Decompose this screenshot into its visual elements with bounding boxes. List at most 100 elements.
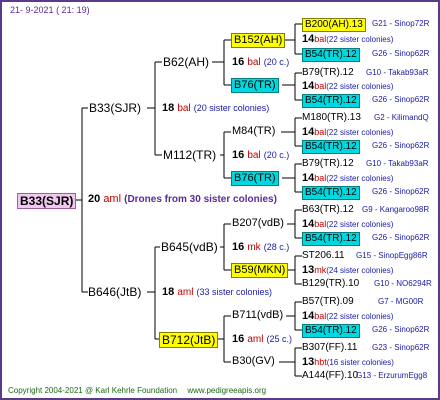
gen4-num-1: 14: [302, 33, 315, 45]
gen4-queen-6[interactable]: B59(MKN): [231, 263, 289, 278]
gen4-queen-2[interactable]: B76(TR): [231, 78, 279, 93]
gen3-note-3: (28 c.): [263, 242, 290, 252]
gen4-note-6: (24 sister colonies): [326, 266, 394, 275]
footer: Copyright 2004-2021 @ Karl Kehrle Founda…: [8, 386, 266, 396]
gen5-origin-14: G26 - Sinop62R: [372, 325, 430, 334]
gen4-note-5: (22 sister colonies): [326, 220, 394, 229]
gen2-queen-2[interactable]: B646(JtB): [88, 285, 141, 299]
gen4-note-7: (22 sister colonies): [326, 312, 394, 321]
gen5-queen-12[interactable]: B129(TR).10: [302, 278, 359, 290]
gen4-note-2: (22 sister colonies): [326, 82, 394, 91]
gen2-breeder-2: aml: [177, 287, 194, 298]
gen5-origin-16: G13 - ErzurumEgg8: [356, 371, 428, 380]
gen3-breeder-1: bal: [247, 57, 261, 68]
gen4-queen-3[interactable]: M84(TR): [232, 125, 275, 138]
gen5-queen-16[interactable]: A144(FF).10: [302, 370, 358, 382]
gen5-queen-15[interactable]: B307(FF).11: [302, 342, 357, 354]
gen4-num-8: 13: [302, 356, 315, 368]
gen4-breeder-8: hbt: [314, 357, 327, 367]
gen5-origin-7: G10 - Takab93aR: [366, 159, 429, 168]
gen4-queen-5[interactable]: B207(vdB): [232, 217, 284, 230]
root-num: 20: [88, 193, 101, 205]
root-breeder: aml: [103, 193, 122, 205]
gen3-breeder-4: aml: [247, 334, 264, 345]
gen2-note-2: (33 sister colonies): [196, 287, 273, 297]
gen5-origin-10: G26 - Sinop62R: [372, 233, 430, 242]
gen4-breeder-6: mk: [314, 265, 327, 275]
gen2-breeder-1: bal: [177, 103, 191, 114]
header-date: 21- 9-2021: [10, 5, 54, 15]
gen5-origin-12: G10 - NO6294R: [374, 279, 432, 288]
gen5-queen-14[interactable]: B54(TR).12: [302, 324, 360, 338]
gen5-queen-13[interactable]: B57(TR).09: [302, 296, 354, 308]
gen4-num-3: 14: [302, 126, 315, 138]
gen4-mating-8: 13hbt(16 sister colonies): [302, 356, 394, 369]
gen4-breeder-3: bal: [314, 127, 327, 137]
gen5-origin-9: G9 - Kangaroo98R: [362, 205, 430, 214]
gen5-queen-5[interactable]: M180(TR).13: [302, 112, 361, 124]
gen3-queen-2[interactable]: M112(TR): [163, 148, 216, 162]
gen5-queen-2[interactable]: B54(TR).12: [302, 48, 360, 62]
gen3-queen-1[interactable]: B62(AH): [163, 55, 209, 69]
gen3-note-4: (25 c.): [266, 334, 293, 344]
gen4-breeder-4: bal: [314, 173, 327, 183]
gen3-note-2: (20 c.): [263, 150, 290, 160]
root-mating: 20 aml (Drones from 30 sister colonies): [88, 192, 277, 206]
gen4-note-8: (16 sister colonies): [326, 358, 394, 367]
gen4-queen-1[interactable]: B152(AH): [231, 33, 286, 48]
gen4-mating-7: 14bal(22 sister colonies): [302, 310, 393, 323]
root-note: (Drones from 30 sister colonies): [124, 194, 277, 205]
gen3-queen-4[interactable]: B712(JtB): [159, 332, 219, 348]
gen5-queen-8[interactable]: B54(TR).12: [302, 186, 360, 200]
gen4-num-2: 14: [302, 80, 315, 92]
gen5-queen-1[interactable]: B200(AH).13: [302, 18, 366, 32]
gen5-queen-7[interactable]: B79(TR).12: [302, 158, 354, 170]
gen4-note-1: (22 sister colonies): [326, 35, 394, 44]
gen4-num-5: 14: [302, 218, 315, 230]
gen4-queen-8[interactable]: B30(GV): [232, 355, 275, 368]
gen4-mating-1: 14bal(22 sister colonies): [302, 33, 393, 46]
gen5-queen-9[interactable]: B63(TR).12: [302, 204, 354, 216]
gen5-origin-4: G26 - Sinop62R: [372, 95, 430, 104]
gen2-num-2: 18: [162, 286, 175, 298]
gen4-note-4: (22 sister colonies): [326, 174, 394, 183]
gen2-num-1: 18: [162, 102, 175, 114]
gen5-queen-10[interactable]: B54(TR).12: [302, 232, 360, 246]
gen5-origin-13: G7 - MG00R: [378, 297, 424, 306]
gen4-breeder-7: bal: [314, 311, 327, 321]
gen5-origin-1: G21 - Sinop72R: [372, 19, 430, 28]
gen5-queen-6[interactable]: B54(TR).12: [302, 140, 360, 154]
gen3-mating-2: 16 bal (20 c.): [232, 149, 289, 162]
root-queen[interactable]: B33(SJR): [17, 193, 77, 209]
gen3-num-3: 16: [232, 241, 245, 253]
gen4-mating-6: 13mk(24 sister colonies): [302, 264, 393, 277]
gen3-num-2: 16: [232, 149, 245, 161]
gen5-queen-11[interactable]: ST206.11: [302, 250, 345, 262]
gen5-origin-3: G10 - Takab93aR: [366, 68, 429, 77]
pedigree-chart: { "header": { "date": "21- 9-2021", "tim…: [0, 0, 440, 400]
gen4-num-7: 14: [302, 310, 315, 322]
gen4-num-4: 14: [302, 172, 315, 184]
footer-website[interactable]: www.pedigreeapis.org: [187, 386, 266, 395]
gen2-mating-2: 18 aml (33 sister colonies): [162, 286, 272, 299]
gen4-queen-7[interactable]: B711(vdB): [232, 309, 283, 322]
gen4-queen-4[interactable]: B76(TR): [231, 171, 279, 186]
gen4-num-6: 13: [302, 264, 315, 276]
gen4-breeder-1: bal: [314, 34, 327, 44]
gen3-note-1: (20 c.): [263, 57, 290, 67]
gen3-breeder-2: bal: [247, 150, 261, 161]
gen5-origin-11: G15 - SinopEgg86R: [356, 251, 428, 260]
footer-copyright: Copyright 2004-2021 @ Karl Kehrle Founda…: [8, 386, 178, 395]
gen3-mating-3: 16 mk (28 c.): [232, 241, 289, 254]
gen5-origin-5: G2 - KilimandQ: [374, 113, 429, 122]
gen4-note-3: (22 sister colonies): [326, 128, 394, 137]
gen4-mating-4: 14bal(22 sister colonies): [302, 172, 393, 185]
gen2-queen-1[interactable]: B33(SJR): [89, 101, 141, 115]
gen3-num-1: 16: [232, 56, 245, 68]
gen5-queen-3[interactable]: B79(TR).12: [302, 67, 354, 79]
header-time: ( 21: 19): [56, 5, 90, 15]
gen2-mating-1: 18 bal (20 sister colonies): [162, 102, 269, 115]
gen3-queen-3[interactable]: B645(vdB): [161, 240, 218, 254]
gen5-queen-4[interactable]: B54(TR).12: [302, 94, 360, 108]
gen4-breeder-5: bal: [314, 219, 327, 229]
